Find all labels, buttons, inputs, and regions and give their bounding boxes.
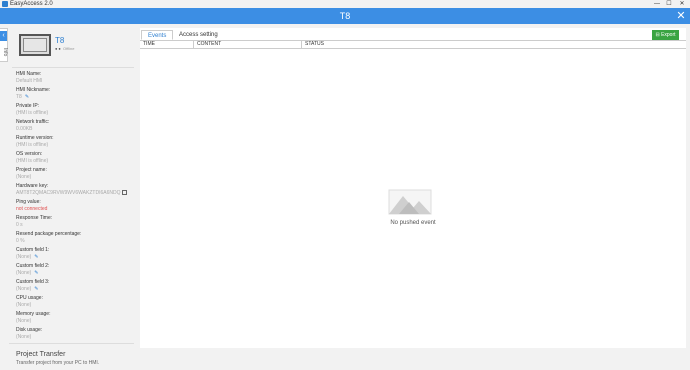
field-response-time: Response Time: 0 s	[16, 215, 52, 229]
field-value: 0.00KB	[16, 126, 33, 132]
field-label: HMI Nickname:	[16, 87, 51, 93]
field-label: Network traffic:	[16, 119, 50, 125]
edit-icon[interactable]: ✎	[34, 255, 39, 260]
field-hmi-name: HMI Name: Default HMI	[16, 71, 42, 85]
app-title: EasyAccess 2.0	[10, 1, 53, 7]
maximize-button[interactable]: ☐	[664, 0, 674, 8]
field-label: Custom field 1:	[16, 247, 50, 253]
field-value: (None)	[16, 318, 32, 324]
field-custom-1: Custom field 1: (None) ✎	[16, 247, 49, 261]
field-runtime-version: Runtime version: (HMI is offline)	[16, 135, 54, 149]
panel-header: T8 ✕	[0, 8, 690, 24]
field-value: T8	[16, 94, 22, 100]
field-custom-2: Custom field 2: (None) ✎	[16, 263, 49, 277]
field-value: (None)	[16, 254, 32, 260]
field-label: Response Time:	[16, 215, 53, 221]
field-label: OS version:	[16, 151, 43, 157]
device-name: T8	[55, 36, 65, 45]
field-value: 0 s	[16, 222, 23, 228]
tab-events[interactable]: Events	[141, 30, 174, 40]
field-os-version: OS version: (HMI is offline)	[16, 151, 48, 165]
export-label: Export	[661, 32, 676, 38]
mountain-icon	[388, 189, 432, 215]
field-label: Hardware key:	[16, 183, 49, 189]
field-value: Default HMI	[16, 78, 43, 84]
field-value: (None)	[16, 286, 32, 292]
events-panel: Events Access setting ⊟ Export TIME CONT…	[140, 28, 686, 348]
field-label: Resend package percentage:	[16, 231, 82, 237]
field-label: Custom field 2:	[16, 263, 50, 269]
field-value: (None)	[16, 334, 32, 340]
field-label: CPU usage:	[16, 295, 43, 301]
field-value: 0 %	[16, 238, 25, 244]
transfer-divider	[9, 343, 134, 344]
field-value: (None)	[16, 302, 32, 308]
events-table-header: TIME CONTENT STATUS	[140, 40, 686, 49]
field-label: Disk usage:	[16, 327, 43, 333]
field-value: (None)	[16, 270, 32, 276]
info-tab[interactable]: ‹ Info	[0, 28, 8, 62]
hmi-device-icon	[19, 34, 51, 56]
field-label: HMI Name:	[16, 71, 42, 77]
collapse-arrow-icon[interactable]: ‹	[0, 31, 7, 41]
field-custom-3: Custom field 3: (None) ✎	[16, 279, 49, 293]
tab-access-setting[interactable]: Access setting	[173, 30, 224, 40]
edit-icon[interactable]: ✎	[25, 95, 30, 100]
edit-icon[interactable]: ✎	[34, 287, 39, 292]
field-cpu-usage: CPU usage: (None)	[16, 295, 43, 309]
empty-state-text: No pushed event	[390, 220, 436, 226]
field-hardware-key: Hardware key: AMT8T2QMAC9RVW9WV6WAKZTDI6…	[16, 183, 131, 199]
field-label: Project name:	[16, 167, 47, 173]
field-private-ip: Private IP: (HMI is offline)	[16, 103, 48, 117]
minimize-button[interactable]: —	[652, 0, 662, 8]
panel-title: T8	[339, 11, 351, 21]
field-label: Memory usage:	[16, 311, 51, 317]
field-value: AMT8T2QMAC9RVW9WV6WAKZTDI6A6NDQ	[16, 190, 121, 196]
project-transfer-subtitle: Transfer project from your PC to HMI.	[16, 360, 100, 366]
field-disk-usage: Disk usage: (None)	[16, 327, 42, 341]
app-icon	[2, 1, 8, 7]
field-label: Private IP:	[16, 103, 40, 109]
close-icon[interactable]: ✕	[675, 9, 687, 23]
export-icon: ⊟	[655, 32, 660, 38]
device-info-sidebar: T8 ●● Offline HMI Name: Default HMI HMI …	[9, 26, 135, 348]
info-tab-label: Info	[2, 47, 8, 57]
field-value: (HMI is offline)	[16, 142, 49, 148]
window-titlebar: EasyAccess 2.0 — ☐ ✕	[0, 0, 690, 8]
field-value: (HMI is offline)	[16, 158, 49, 164]
field-hmi-nickname: HMI Nickname: T8 ✎	[16, 87, 50, 101]
field-label: Ping value:	[16, 199, 41, 205]
field-label: Custom field 3:	[16, 279, 50, 285]
field-label: Runtime version:	[16, 135, 54, 141]
field-project-name: Project name: (None)	[16, 167, 47, 181]
field-value: (HMI is offline)	[16, 110, 49, 116]
field-ping-value: Ping value: not connected	[16, 199, 47, 213]
device-status: Offline	[63, 46, 75, 51]
col-time[interactable]: TIME	[140, 40, 194, 49]
window-close-button[interactable]: ✕	[677, 0, 687, 8]
status-dots-icon: ●●	[55, 46, 62, 51]
field-value: (None)	[16, 174, 32, 180]
field-memory-usage: Memory usage: (None)	[16, 311, 50, 325]
col-status[interactable]: STATUS	[302, 40, 686, 49]
edit-icon[interactable]: ✎	[34, 271, 39, 276]
project-transfer-title[interactable]: Project Transfer	[16, 351, 65, 358]
export-button[interactable]: ⊟ Export	[652, 30, 679, 40]
field-value: not connected	[16, 206, 48, 212]
col-content[interactable]: CONTENT	[194, 40, 302, 49]
copy-icon[interactable]	[122, 190, 127, 195]
sidebar-divider	[12, 67, 134, 68]
field-network-traffic: Network traffic: 0.00KB	[16, 119, 49, 133]
field-resend-percentage: Resend package percentage: 0 %	[16, 231, 81, 245]
